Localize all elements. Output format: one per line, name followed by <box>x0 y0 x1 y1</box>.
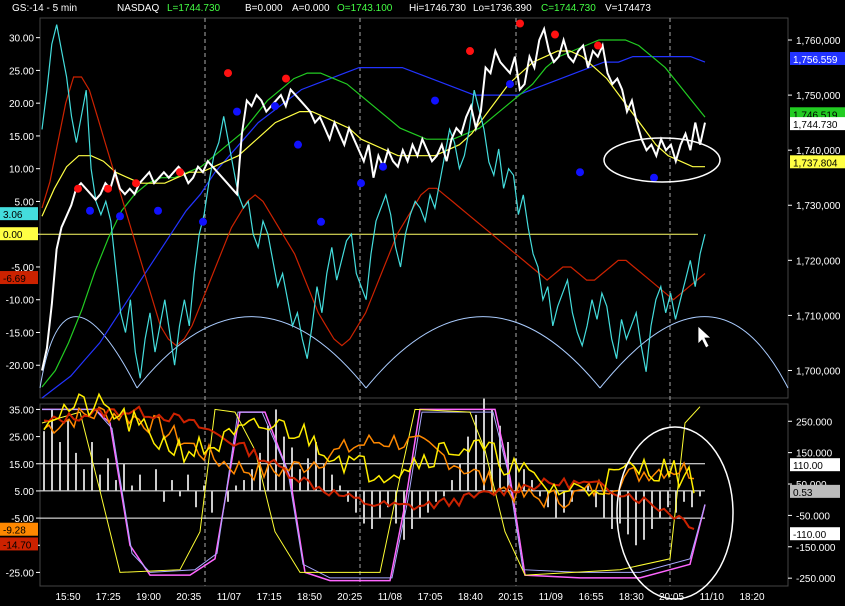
osc-tick-label-left: 5.00 <box>15 487 35 498</box>
swing-low-dot <box>116 212 124 221</box>
swing-high-dot <box>104 184 112 193</box>
y-tick-label-left: 10.00 <box>9 165 34 176</box>
x-tick-label: 17:25 <box>96 592 121 603</box>
x-tick-label: 17:15 <box>257 592 282 603</box>
swing-high-dot <box>466 47 474 56</box>
left-value-badge: 3.06 <box>3 210 23 221</box>
left-value-badge: -6.69 <box>3 274 26 285</box>
header-high: Hi=1746.730 <box>409 3 466 14</box>
swing-high-dot <box>516 19 524 28</box>
osc-tick-label-right: 250.000 <box>796 417 833 428</box>
osc-tick-label-left: 25.00 <box>9 433 34 444</box>
y-tick-label-right: 1,730,000 <box>796 201 841 212</box>
x-tick-label: 18:30 <box>619 592 644 603</box>
swing-low-dot <box>294 140 302 149</box>
x-tick-label: 15:50 <box>55 592 80 603</box>
right-value-badge: 1,756.559 <box>793 55 838 66</box>
swing-low-dot <box>357 179 365 188</box>
x-tick-label: 20:15 <box>498 592 523 603</box>
osc-tick-label-left: -25.00 <box>6 568 35 579</box>
swing-high-dot <box>282 74 290 83</box>
header-open: O=1743.100 <box>337 3 393 14</box>
osc-tick-label-right: -50.000 <box>796 511 830 522</box>
swing-low-dot <box>506 80 514 89</box>
osc-left-badge: -9.28 <box>3 526 26 537</box>
swing-high-dot <box>132 179 140 188</box>
left-value-badge: 0.00 <box>3 230 23 241</box>
chart-background <box>0 0 845 606</box>
y-tick-label-right: 1,760,000 <box>796 36 841 47</box>
swing-low-dot <box>431 96 439 105</box>
y-tick-label-left: 15.00 <box>9 132 34 143</box>
swing-low-dot <box>154 206 162 215</box>
header-ask: A=0.000 <box>292 3 330 14</box>
header-close: C=1744.730 <box>541 3 596 14</box>
x-tick-label: 11/10 <box>700 592 725 603</box>
header-bid: B=0.000 <box>245 3 283 14</box>
x-tick-label: 18:40 <box>458 592 483 603</box>
swing-low-dot <box>379 162 387 171</box>
y-tick-label-left: 5.00 <box>15 197 35 208</box>
swing-low-dot <box>650 173 658 182</box>
osc-left-badge: -14.70 <box>3 540 32 551</box>
y-tick-label-right: 1,710,000 <box>796 311 841 322</box>
x-tick-label: 18:50 <box>297 592 322 603</box>
header-last: L=1744.730 <box>167 3 221 14</box>
swing-high-dot <box>176 168 184 177</box>
header-symbol: GS:-14 - 5 min <box>12 3 77 14</box>
swing-high-dot <box>74 184 82 193</box>
y-tick-label-right: 1,720,000 <box>796 256 841 267</box>
swing-low-dot <box>317 217 325 226</box>
header-low: Lo=1736.390 <box>473 3 532 14</box>
y-tick-label-left: 25.00 <box>9 66 34 77</box>
header-volume: V=174473 <box>605 3 651 14</box>
osc-right-badge: 0.53 <box>793 488 813 499</box>
swing-low-dot <box>199 217 207 226</box>
osc-tick-label-right: -250.000 <box>796 574 836 585</box>
y-tick-label-left: -10.00 <box>6 296 35 307</box>
osc-tick-label-right: -150.000 <box>796 543 836 554</box>
x-tick-label: 11/08 <box>378 592 403 603</box>
y-tick-label-left: 20.00 <box>9 99 34 110</box>
swing-low-dot <box>233 107 241 116</box>
right-value-badge: 1,737.804 <box>793 158 838 169</box>
x-tick-label: 17:05 <box>418 592 443 603</box>
osc-right-badge: -110.00 <box>793 530 827 541</box>
y-tick-label-left: 30.00 <box>9 34 34 45</box>
osc-right-badge: 110.00 <box>793 461 823 472</box>
osc-tick-label-left: 15.00 <box>9 460 34 471</box>
swing-high-dot <box>594 41 602 50</box>
header-exchange: NASDAQ <box>117 3 159 14</box>
x-tick-label: 11/09 <box>539 592 564 603</box>
x-tick-label: 20:25 <box>337 592 362 603</box>
y-tick-label-left: -20.00 <box>6 361 35 372</box>
x-tick-label: 19:00 <box>136 592 161 603</box>
x-tick-label: 18:20 <box>739 592 764 603</box>
stock-chart: GS:-14 - 5 min NASDAQ L=1744.730 B=0.000… <box>0 0 845 606</box>
y-tick-label-right: 1,700,000 <box>796 366 841 377</box>
osc-tick-label-right: 150.000 <box>796 449 833 460</box>
osc-tick-label-left: 35.00 <box>9 405 34 416</box>
right-value-badge: 1,744.730 <box>793 120 838 131</box>
y-tick-label-right: 1,750,000 <box>796 91 841 102</box>
x-tick-label: 20:35 <box>176 592 201 603</box>
x-tick-label: 11/07 <box>217 592 242 603</box>
swing-low-dot <box>576 168 584 177</box>
swing-low-dot <box>271 102 279 111</box>
x-tick-label: 16:55 <box>579 592 604 603</box>
swing-high-dot <box>551 30 559 39</box>
y-tick-label-left: -15.00 <box>6 328 35 339</box>
swing-low-dot <box>86 206 94 215</box>
swing-high-dot <box>224 69 232 78</box>
